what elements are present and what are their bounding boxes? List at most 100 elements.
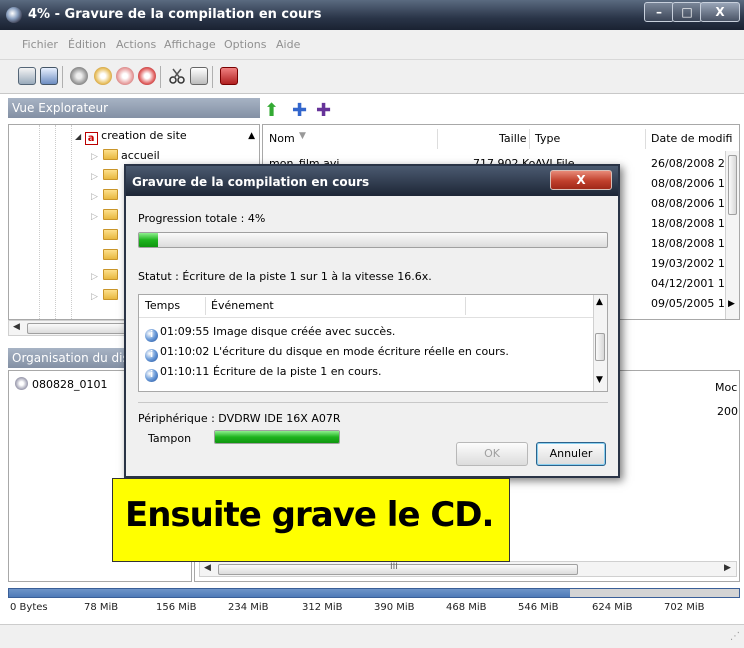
file-list-vscroll[interactable]: ▶ bbox=[725, 151, 739, 319]
tree-item-accueil[interactable]: ▷ accueil bbox=[91, 149, 160, 162]
tree-item[interactable]: ▷ bbox=[91, 269, 121, 282]
maximize-button[interactable]: □ bbox=[672, 2, 702, 22]
disc-info-icon[interactable] bbox=[138, 67, 156, 85]
scale-label: 312 MiB bbox=[302, 602, 343, 613]
col-name[interactable]: Nom bbox=[269, 129, 295, 149]
compilation-hscroll[interactable]: ◀ III ▶ bbox=[199, 561, 737, 577]
disc-icon bbox=[15, 377, 28, 390]
menu-affichage[interactable]: Affichage bbox=[164, 38, 216, 51]
events-list: Temps Événement i 01:09:55 Image disque c… bbox=[138, 294, 608, 392]
site-icon: a bbox=[84, 132, 98, 145]
sort-icon: ▼ bbox=[299, 131, 306, 141]
scale-label: 546 MiB bbox=[518, 602, 559, 613]
buffer-fill bbox=[215, 431, 339, 443]
caption-box: Ensuite grave le CD. bbox=[112, 478, 510, 562]
tree-item[interactable]: ▷ bbox=[91, 289, 121, 302]
tree-item-creation-de-site[interactable]: ◢ a creation de site bbox=[75, 129, 187, 145]
scroll-down-icon[interactable]: ▼ bbox=[596, 375, 603, 385]
events-vscroll[interactable]: ▲ ▼ bbox=[593, 295, 607, 391]
folder-icon bbox=[103, 189, 118, 200]
total-progress-bar bbox=[138, 232, 608, 248]
info-icon: i bbox=[145, 349, 158, 362]
col-moc[interactable]: Moc bbox=[715, 381, 737, 394]
cell-value: 200 bbox=[717, 405, 738, 418]
file-date: 09/05/2005 16 bbox=[651, 297, 732, 310]
folder-icon bbox=[103, 149, 118, 160]
menu-edition[interactable]: Édition bbox=[68, 38, 106, 51]
capacity-bar bbox=[8, 588, 740, 598]
file-date: 08/08/2006 10 bbox=[651, 177, 732, 190]
menu-fichier[interactable]: Fichier bbox=[22, 38, 58, 51]
file-date: 04/12/2001 18 bbox=[651, 277, 732, 290]
menu-aide[interactable]: Aide bbox=[276, 38, 300, 51]
status-bar: ⋰ bbox=[0, 624, 744, 648]
caption-text: Ensuite grave le CD. bbox=[125, 495, 494, 535]
device-label: Périphérique : DVDRW IDE 16X A07R bbox=[138, 412, 341, 425]
resize-grip-icon[interactable]: ⋰ bbox=[730, 631, 740, 642]
folder-icon bbox=[103, 169, 118, 180]
menu-actions[interactable]: Actions bbox=[116, 38, 156, 51]
scale-label: 702 MiB bbox=[664, 602, 705, 613]
col-time[interactable]: Temps bbox=[145, 299, 180, 312]
scroll-up-icon[interactable]: ▲ bbox=[248, 131, 255, 141]
toolbar bbox=[0, 60, 744, 94]
ok-button[interactable]: OK bbox=[456, 442, 528, 466]
dialog-close-button[interactable]: X bbox=[550, 170, 612, 190]
save-icon[interactable] bbox=[40, 67, 58, 85]
new-compilation-icon[interactable] bbox=[18, 67, 36, 85]
exit-icon[interactable] bbox=[220, 67, 238, 85]
scroll-thumb[interactable] bbox=[595, 333, 605, 361]
scroll-right-icon[interactable]: ▶ bbox=[728, 299, 735, 309]
scroll-thumb[interactable] bbox=[728, 155, 737, 215]
scale-label: 78 MiB bbox=[84, 602, 119, 613]
capacity-scale: 0 Bytes 78 MiB 156 MiB 234 MiB 312 MiB 3… bbox=[8, 600, 740, 620]
scale-label: 468 MiB bbox=[446, 602, 487, 613]
properties-icon[interactable] bbox=[190, 67, 208, 85]
event-row[interactable]: i 01:09:55 Image disque créée avec succès… bbox=[145, 325, 395, 342]
app-icon bbox=[6, 7, 22, 23]
go-up-icon[interactable]: ⬆ bbox=[264, 100, 279, 121]
menu-options[interactable]: Options bbox=[224, 38, 266, 51]
col-date[interactable]: Date de modifi bbox=[651, 129, 732, 149]
file-date: 19/03/2002 13 bbox=[651, 257, 732, 270]
file-date: 18/08/2008 11 bbox=[651, 237, 732, 250]
tree-item[interactable]: ▷ bbox=[91, 209, 121, 222]
total-progress-label: Progression totale : 4% bbox=[138, 212, 266, 225]
add-all-icon[interactable]: ✚ bbox=[316, 100, 331, 121]
col-event[interactable]: Événement bbox=[211, 299, 274, 312]
tree-item[interactable]: ▷ bbox=[91, 169, 121, 182]
folder-icon bbox=[103, 289, 118, 300]
minimize-button[interactable]: – bbox=[644, 2, 674, 22]
cut-icon[interactable] bbox=[168, 67, 186, 85]
event-row[interactable]: i 01:10:02 L'écriture du disque en mode é… bbox=[145, 345, 509, 362]
scale-label: 390 MiB bbox=[374, 602, 415, 613]
info-icon: i bbox=[145, 369, 158, 382]
tree-item[interactable] bbox=[91, 229, 121, 242]
copy-disc-icon[interactable] bbox=[94, 67, 112, 85]
burn-dialog: Gravure de la compilation en cours X Pro… bbox=[124, 164, 620, 478]
close-button[interactable]: X bbox=[700, 2, 740, 22]
window-titlebar[interactable]: 4% - Gravure de la compilation en cours … bbox=[0, 0, 744, 30]
folder-icon bbox=[103, 249, 118, 260]
dialog-titlebar[interactable]: Gravure de la compilation en cours X bbox=[126, 166, 618, 196]
erase-disc-icon[interactable] bbox=[116, 67, 134, 85]
menu-bar: Fichier Édition Actions Affichage Option… bbox=[0, 30, 744, 60]
scale-label: 0 Bytes bbox=[10, 602, 48, 613]
scale-label: 234 MiB bbox=[228, 602, 269, 613]
disc-item[interactable]: 080828_0101 bbox=[15, 377, 108, 391]
event-row[interactable]: i 01:10:11 Écriture de la piste 1 en cour… bbox=[145, 365, 382, 382]
folder-icon bbox=[103, 269, 118, 280]
col-size[interactable]: Taille bbox=[499, 129, 527, 149]
cancel-button[interactable]: Annuler bbox=[536, 442, 606, 466]
scale-label: 156 MiB bbox=[156, 602, 197, 613]
scale-label: 624 MiB bbox=[592, 602, 633, 613]
burn-disc-icon[interactable] bbox=[70, 67, 88, 85]
tree-item[interactable] bbox=[91, 249, 121, 262]
window-title: 4% - Gravure de la compilation en cours bbox=[28, 7, 322, 22]
scroll-up-icon[interactable]: ▲ bbox=[596, 297, 603, 307]
explorer-header: Vue Explorateur bbox=[8, 98, 260, 118]
add-icon[interactable]: ✚ bbox=[292, 100, 307, 121]
tree-item[interactable]: ▷ bbox=[91, 189, 121, 202]
col-type[interactable]: Type bbox=[535, 129, 560, 149]
buffer-label: Tampon bbox=[148, 432, 192, 445]
